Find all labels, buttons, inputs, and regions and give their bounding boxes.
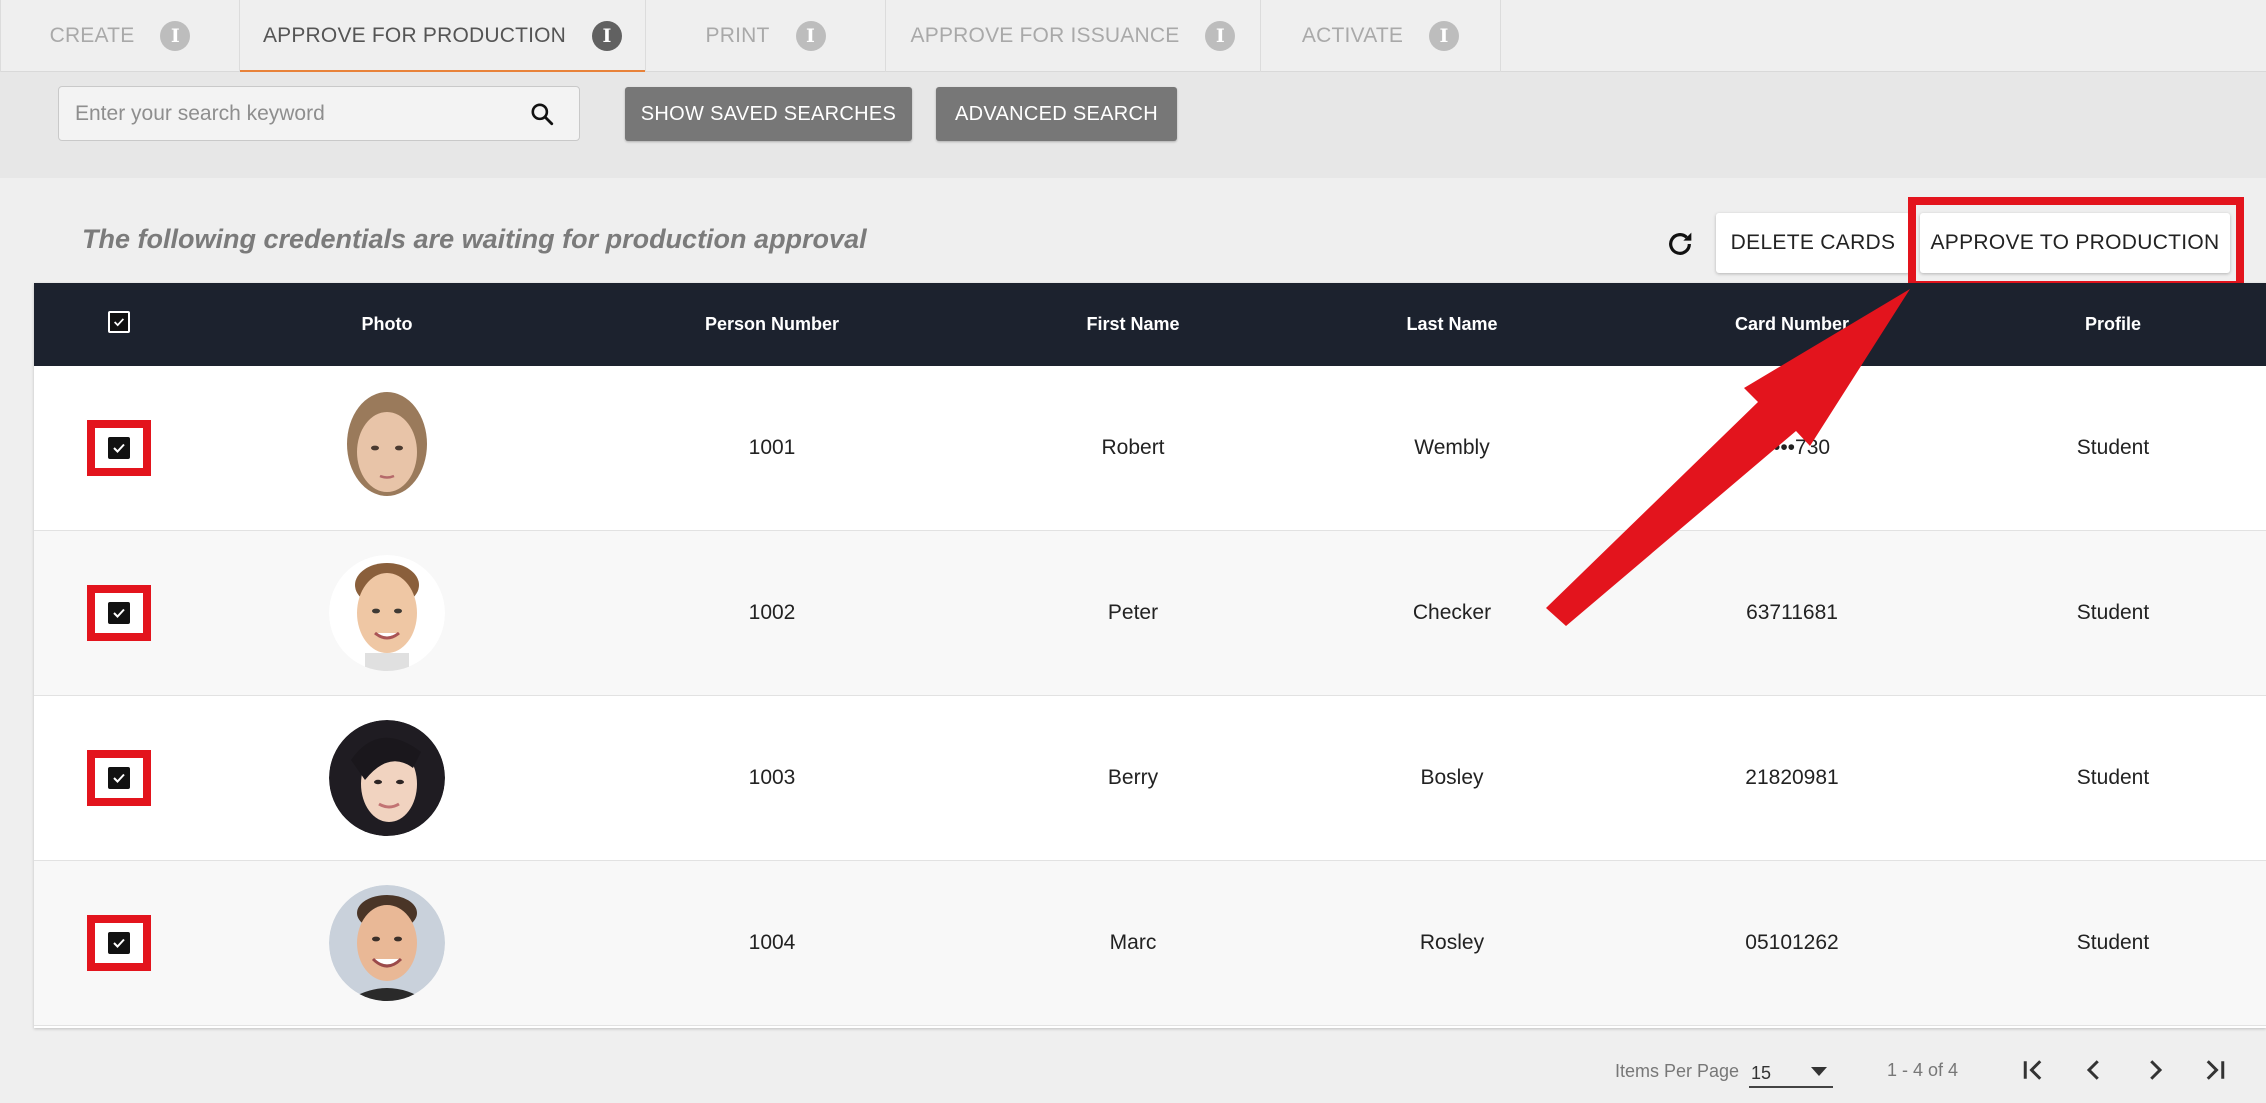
column-header-first-name[interactable]: First Name xyxy=(974,314,1292,335)
tab-create[interactable]: CREATE i xyxy=(0,0,240,72)
search-input[interactable] xyxy=(75,101,515,126)
tab-print[interactable]: PRINT i xyxy=(646,0,886,72)
annotation-highlight-box xyxy=(87,585,151,641)
tab-label: ACTIVATE xyxy=(1301,24,1404,47)
tab-label: CREATE xyxy=(49,24,135,47)
chevron-down-icon xyxy=(1811,1067,1827,1076)
person-photo xyxy=(329,555,445,671)
refresh-icon[interactable] xyxy=(1664,228,1696,260)
search-field xyxy=(58,86,580,141)
last-page-button[interactable] xyxy=(2194,1050,2234,1090)
table-row[interactable]: 1003 Berry Bosley 21820981 Student xyxy=(34,696,2266,861)
search-icon[interactable] xyxy=(529,101,555,127)
tab-approve-for-production[interactable]: APPROVE FOR PRODUCTION i xyxy=(240,0,646,73)
info-icon[interactable]: i xyxy=(160,21,191,51)
pagination: Items Per Page 15 1 - 4 of 4 xyxy=(0,1050,2266,1090)
person-photo xyxy=(329,390,445,506)
column-header-profile[interactable]: Profile xyxy=(1972,314,2254,335)
show-saved-searches-button[interactable]: SHOW SAVED SEARCHES xyxy=(625,87,912,141)
table-row[interactable]: 1004 Marc Rosley 05101262 Student xyxy=(34,861,2266,1026)
first-name-cell: Berry xyxy=(1107,766,1159,789)
annotation-highlight-box xyxy=(87,750,151,806)
info-icon[interactable]: i xyxy=(592,21,623,51)
advanced-search-button[interactable]: ADVANCED SEARCH xyxy=(936,87,1177,141)
info-icon[interactable]: i xyxy=(1205,21,1236,51)
annotation-highlight-box xyxy=(1908,197,2244,289)
row-checkbox[interactable] xyxy=(108,437,130,459)
tab-activate[interactable]: ACTIVATE i xyxy=(1261,0,1501,72)
person-photo xyxy=(329,720,445,836)
credentials-table: Photo Person Number First Name Last Name… xyxy=(34,283,2266,1028)
row-checkbox[interactable] xyxy=(108,602,130,624)
last-name-cell: Checker xyxy=(1412,601,1492,624)
items-per-page-value: 15 xyxy=(1751,1063,1772,1083)
items-per-page-select[interactable]: 15 xyxy=(1749,1054,1833,1088)
search-toolbar: SHOW SAVED SEARCHES ADVANCED SEARCH xyxy=(0,72,2266,178)
table-row[interactable]: 1002 Peter Checker 63711681 Student xyxy=(34,531,2266,696)
card-number-cell: 63711681 xyxy=(1746,601,1838,624)
profile-cell: Student xyxy=(2076,436,2150,459)
column-header-last-name[interactable]: Last Name xyxy=(1292,314,1612,335)
page-title: The following credentials are waiting fo… xyxy=(82,224,867,254)
next-page-button[interactable] xyxy=(2135,1050,2175,1090)
profile-cell: Student xyxy=(2076,766,2150,789)
chevron-left-icon xyxy=(2086,1060,2099,1080)
annotation-highlight-box xyxy=(87,420,151,476)
table-header: Photo Person Number First Name Last Name… xyxy=(34,283,2266,366)
row-checkbox[interactable] xyxy=(108,932,130,954)
pagination-range: 1 - 4 of 4 xyxy=(1887,1060,1959,1080)
person-number-cell: 1004 xyxy=(748,931,796,954)
items-per-page-label: Items Per Page xyxy=(1615,1061,1740,1081)
workflow-tabs: CREATE i APPROVE FOR PRODUCTION i PRINT … xyxy=(0,0,2266,73)
first-page-icon xyxy=(2023,1060,2042,1080)
delete-cards-button[interactable]: DELETE CARDS xyxy=(1716,213,1910,273)
card-number-cell: 05101262 xyxy=(1745,931,1839,954)
annotation-highlight-box xyxy=(87,915,151,971)
first-page-button[interactable] xyxy=(2014,1050,2054,1090)
profile-cell: Student xyxy=(2076,601,2150,624)
column-header-card-number[interactable]: Card Number xyxy=(1612,314,1972,335)
last-name-cell: Wembly xyxy=(1414,436,1490,459)
last-name-cell: Bosley xyxy=(1420,766,1484,789)
select-all-checkbox[interactable] xyxy=(108,310,130,333)
last-page-icon xyxy=(2206,1060,2225,1080)
first-name-cell: Robert xyxy=(1101,436,1165,459)
tab-label: APPROVE FOR ISSUANCE xyxy=(910,24,1180,47)
column-header-person-number[interactable]: Person Number xyxy=(570,314,974,335)
first-name-cell: Peter xyxy=(1107,601,1159,624)
header-select-all-cell xyxy=(34,310,204,333)
person-number-cell: 1002 xyxy=(748,601,796,624)
person-photo xyxy=(329,885,445,1001)
row-checkbox[interactable] xyxy=(108,767,130,789)
info-icon[interactable]: i xyxy=(1429,21,1460,51)
chevron-right-icon xyxy=(2150,1060,2163,1080)
tab-label: PRINT xyxy=(705,24,770,47)
person-number-cell: 1003 xyxy=(748,766,796,789)
tab-approve-for-issuance[interactable]: APPROVE FOR ISSUANCE i xyxy=(886,0,1261,72)
previous-page-button[interactable] xyxy=(2074,1050,2114,1090)
info-icon[interactable]: i xyxy=(795,21,826,51)
column-header-photo[interactable]: Photo xyxy=(204,314,570,335)
tab-label: APPROVE FOR PRODUCTION xyxy=(262,24,567,47)
first-name-cell: Marc xyxy=(1109,931,1157,954)
table-row[interactable]: 1001 Robert Wembly 5••••730 Student xyxy=(34,366,2266,531)
card-number-cell: 5••••730 xyxy=(1753,436,1831,459)
card-number-cell: 21820981 xyxy=(1745,766,1839,789)
last-name-cell: Rosley xyxy=(1419,931,1485,954)
person-number-cell: 1001 xyxy=(748,436,796,459)
profile-cell: Student xyxy=(2076,931,2150,954)
